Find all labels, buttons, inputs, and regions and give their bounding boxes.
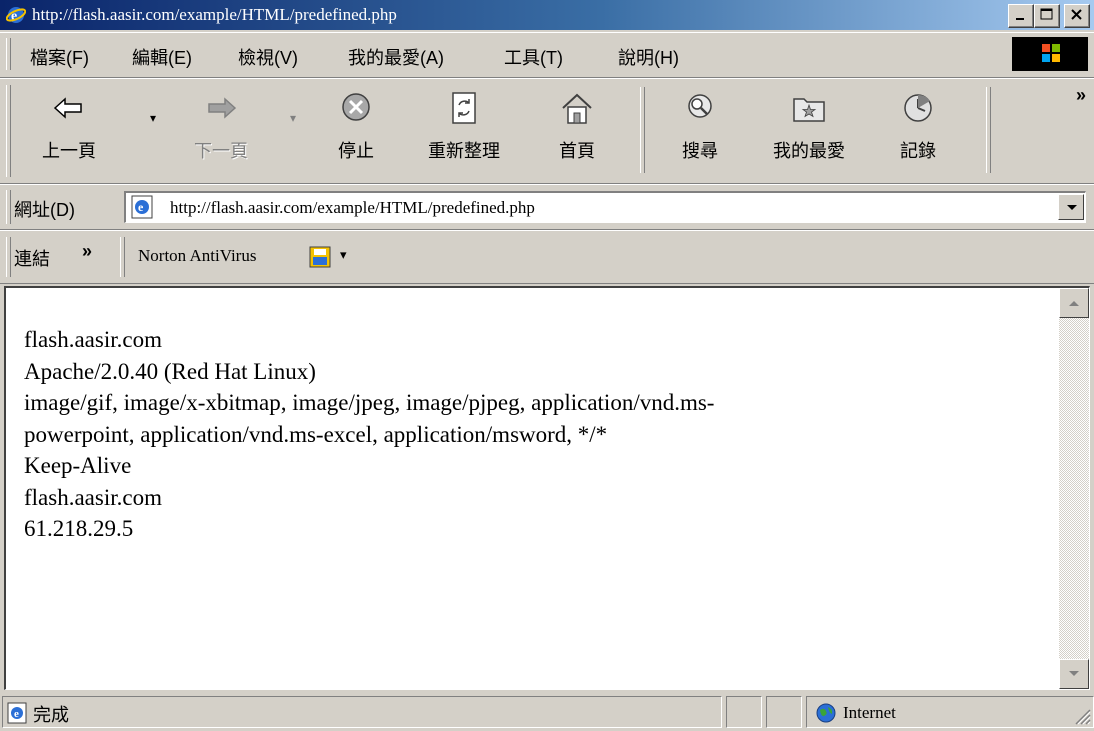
refresh-icon — [452, 92, 476, 124]
menu-tools[interactable]: 工具(T) — [504, 44, 563, 70]
remote-addr-line: 61.218.29.5 — [24, 516, 134, 541]
menubar-grip[interactable] — [6, 38, 11, 70]
maximize-icon — [1040, 8, 1053, 20]
addressbar-grip[interactable] — [6, 190, 11, 224]
refresh-label: 重新整理 — [428, 141, 500, 161]
toolbar-separator-2 — [986, 87, 991, 173]
history-icon — [904, 94, 932, 122]
connection-line: Keep-Alive — [24, 453, 132, 478]
maximize-button[interactable] — [1034, 4, 1060, 28]
server-software-line: Apache/2.0.40 (Red Hat Linux) — [24, 358, 316, 384]
svg-text:e: e — [138, 200, 144, 214]
search-button[interactable]: 搜尋 — [662, 87, 738, 173]
title-bar[interactable]: e http://flash.aasir.com/example/HTML/pr… — [0, 0, 1094, 30]
ie-logo-icon: e — [6, 7, 26, 24]
scroll-up-button[interactable] — [1059, 288, 1089, 318]
forward-label: 下一頁 — [194, 141, 248, 161]
links-more-chevron[interactable]: » — [82, 241, 92, 262]
standard-toolbar: 上一頁 ▾ 下一頁 ▾ 停止 重新整理 首頁 搜尋 我的最愛 記錄 » — [0, 78, 1094, 184]
resize-grip-icon[interactable] — [1073, 707, 1091, 725]
close-icon — [1071, 9, 1082, 20]
history-button[interactable]: 記錄 — [880, 87, 956, 173]
scroll-down-button[interactable] — [1059, 659, 1089, 689]
status-bar: e 完成 Internet — [0, 692, 1094, 731]
stop-label: 停止 — [338, 141, 374, 161]
chevron-down-icon — [1067, 205, 1077, 210]
back-dropdown[interactable]: ▾ — [150, 111, 156, 126]
norton-grip[interactable] — [120, 237, 125, 277]
favorites-folder-icon — [793, 98, 825, 122]
search-icon — [688, 94, 712, 118]
page-content: flash.aasir.com Apache/2.0.40 (Red Hat L… — [4, 286, 1090, 690]
browser-window: e http://flash.aasir.com/example/HTML/pr… — [0, 0, 1094, 731]
zone-label: Internet — [843, 703, 896, 722]
history-label: 記錄 — [900, 141, 936, 161]
back-arrow-icon — [53, 97, 82, 119]
zone-pane: Internet — [806, 696, 1094, 728]
toolbar-separator — [640, 87, 645, 173]
favorites-button[interactable]: 我的最愛 — [752, 87, 866, 173]
search-label: 搜尋 — [682, 141, 718, 161]
linksbar-grip[interactable] — [6, 237, 11, 277]
links-label: 連結 — [14, 249, 50, 269]
links-bar: 連結 » Norton AntiVirus ▾ — [0, 230, 1094, 284]
windows-flag-icon — [1042, 44, 1060, 62]
address-label: 網址(D) — [14, 200, 75, 220]
norton-antivirus-label[interactable]: Norton AntiVirus — [138, 246, 256, 266]
svg-text:e: e — [14, 708, 19, 720]
address-input[interactable]: e http://flash.aasir.com/example/HTML/pr… — [124, 191, 1086, 223]
forward-arrow-icon — [208, 97, 237, 119]
norton-dropdown-icon[interactable]: ▾ — [340, 247, 347, 263]
menu-bar: 檔案(F) 編輯(E) 檢視(V) 我的最愛(A) 工具(T) 說明(H) — [0, 32, 1094, 78]
menu-help[interactable]: 說明(H) — [618, 44, 679, 70]
address-bar: 網址(D) e http://flash.aasir.com/example/H… — [0, 184, 1094, 230]
norton-icon[interactable] — [308, 245, 332, 269]
menu-view[interactable]: 檢視(V) — [238, 44, 298, 70]
toolbar-grip[interactable] — [6, 85, 11, 177]
back-button[interactable]: 上一頁 — [24, 87, 114, 173]
ie-page-icon: e — [7, 702, 27, 724]
address-url: http://flash.aasir.com/example/HTML/pred… — [170, 198, 535, 217]
status-text: 完成 — [33, 705, 69, 725]
status-pane-1 — [726, 696, 762, 728]
arrow-down-icon — [1069, 671, 1079, 676]
toolbar-more-chevron[interactable]: » — [1076, 85, 1086, 106]
arrow-up-icon — [1069, 301, 1079, 306]
vertical-scrollbar[interactable] — [1059, 288, 1089, 689]
menu-edit[interactable]: 編輯(E) — [132, 44, 192, 70]
windows-logo — [1012, 37, 1088, 71]
ie-page-icon: e — [131, 195, 153, 219]
address-dropdown-button[interactable] — [1058, 194, 1084, 220]
accept-line-2: powerpoint, application/vnd.ms-excel, ap… — [24, 421, 608, 447]
server-name-line: flash.aasir.com — [24, 327, 162, 352]
status-text-pane: e 完成 — [2, 696, 722, 728]
minimize-icon — [1016, 18, 1024, 20]
home-label: 首頁 — [559, 141, 595, 161]
host-line: flash.aasir.com — [24, 484, 162, 510]
internet-globe-icon — [816, 703, 836, 723]
stop-button[interactable]: 停止 — [320, 87, 392, 173]
window-title: http://flash.aasir.com/example/HTML/pred… — [32, 5, 397, 24]
document-body: flash.aasir.com Apache/2.0.40 (Red Hat L… — [24, 324, 1044, 545]
stop-icon — [342, 93, 370, 121]
accept-line-1: image/gif, image/x-xbitmap, image/jpeg, … — [24, 390, 715, 415]
favorites-label: 我的最愛 — [773, 141, 845, 161]
back-label: 上一頁 — [42, 141, 96, 161]
status-pane-2 — [766, 696, 802, 728]
forward-button: 下一頁 — [176, 87, 266, 173]
menu-favorites[interactable]: 我的最愛(A) — [348, 44, 444, 70]
menu-file[interactable]: 檔案(F) — [30, 44, 89, 70]
home-icon — [562, 93, 592, 124]
close-button[interactable] — [1064, 4, 1090, 28]
home-button[interactable]: 首頁 — [540, 87, 614, 173]
forward-dropdown: ▾ — [290, 111, 297, 125]
minimize-button[interactable] — [1008, 4, 1034, 28]
refresh-button[interactable]: 重新整理 — [408, 87, 520, 173]
